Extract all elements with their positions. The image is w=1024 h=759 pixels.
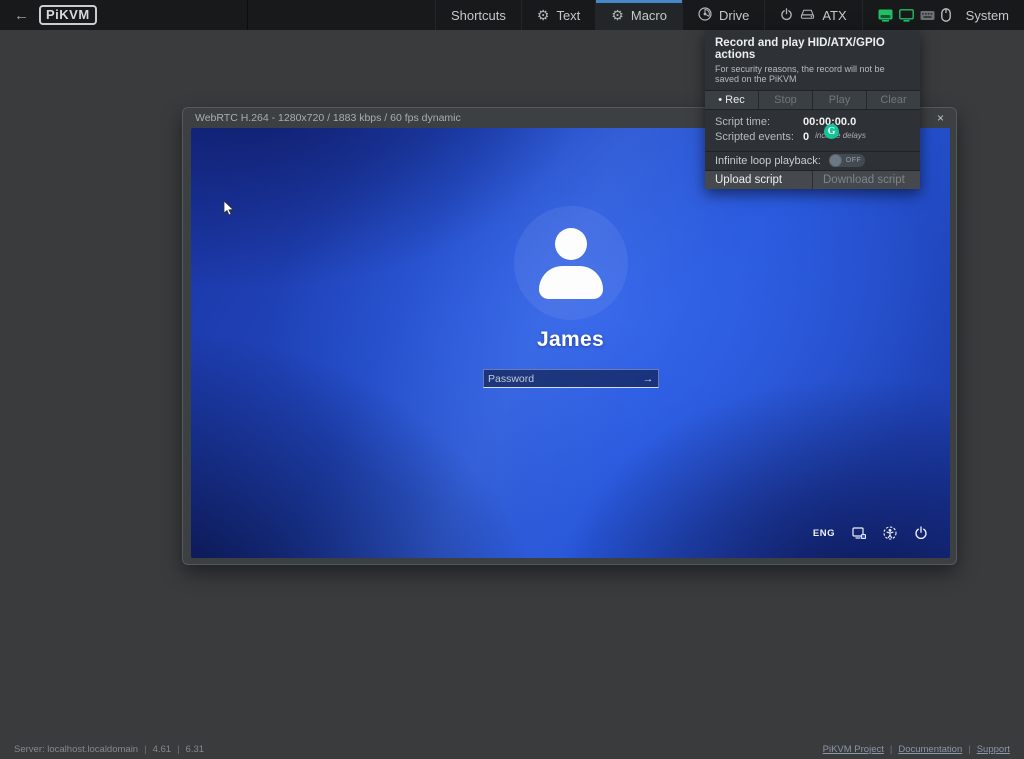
menu-item-label: ATX [822,8,846,23]
menu-item-label: Text [556,8,580,23]
loop-label: Infinite loop playback: [715,155,821,167]
clear-button[interactable]: Clear [867,91,920,109]
password-submit-arrow-icon[interactable]: → [638,370,658,387]
server-info: Server: localhost.localdomain [14,744,138,755]
scripted-events-note: include delays [815,131,866,140]
separator: | [890,744,892,755]
menu-item-atx[interactable]: ATX [764,0,861,30]
status-bar: Server: localhost.localdomain | 4.61 | 6… [0,739,1024,759]
separator: | [177,744,179,755]
link-pikvm-project[interactable]: PiKVM Project [823,744,884,755]
password-input[interactable] [484,373,638,385]
ease-of-access-icon[interactable] [883,526,897,540]
mouse-cursor-icon [223,200,235,222]
status-indicators [878,8,951,22]
loop-toggle[interactable]: OFF [829,154,865,167]
remote-screen-video[interactable]: James → ENG [191,128,950,558]
macro-subtitle: For security reasons, the record will no… [715,64,910,84]
rec-button[interactable]: • Rec [705,91,759,109]
avatar-head-icon [555,228,587,260]
gear-icon: ⚙ [611,8,624,22]
keyboard-status-icon [920,10,935,21]
link-support[interactable]: Support [977,744,1010,755]
stream-window-title: WebRTC H.264 - 1280x720 / 1883 kbps / 60… [195,112,461,124]
user-avatar [514,206,628,320]
menu-item-shortcuts[interactable]: Shortcuts [435,0,521,30]
drive-fan-icon [698,7,712,23]
network-icon[interactable] [852,527,866,540]
back-arrow-icon[interactable]: ← [14,7,29,24]
toggle-state: OFF [846,157,862,164]
stream-status-icon [878,9,893,22]
stop-button[interactable]: Stop [759,91,813,109]
mouse-status-icon [941,8,951,22]
menu-item-drive[interactable]: Drive [682,0,764,30]
upload-script-button[interactable]: Upload script [705,171,812,189]
separator: | [968,744,970,755]
scripted-events-value: 0 [803,131,809,143]
menu-item-label: Drive [719,8,749,23]
login-tray: ENG [813,526,928,540]
power-icon [780,8,793,23]
macro-title: Record and play HID/ATX/GPIO actions [715,37,910,61]
menu-item-text[interactable]: ⚙ Text [521,0,595,30]
grammarly-icon[interactable]: G [824,124,839,139]
macro-footer-row: Upload script Download script [705,170,920,189]
language-indicator[interactable]: ENG [813,528,835,539]
login-username: James [191,328,950,352]
close-icon[interactable]: × [937,112,944,124]
macro-script-info: Script time: 00:00:00.0 Scripted events:… [705,110,920,151]
status-value-1: 4.61 [153,744,172,755]
power-icon[interactable] [914,526,928,540]
loop-playback-row: Infinite loop playback: OFF [705,151,920,170]
status-value-2: 6.31 [186,744,205,755]
menu-item-label: System [966,8,1009,23]
toggle-knob-icon [829,154,842,167]
menu-item-system[interactable]: System [862,0,1024,30]
server-box-icon [800,8,815,22]
menu-item-macro[interactable]: ⚙ Macro [595,0,682,30]
separator: | [144,744,146,755]
pikvm-logo: PiKVM [39,5,97,25]
avatar-torso-icon [539,266,603,299]
menu-item-label: Shortcuts [451,8,506,23]
play-button[interactable]: Play [813,91,867,109]
brand-area: ← PiKVM [0,0,248,30]
footer-links: PiKVM Project | Documentation | Support [823,744,1010,755]
macro-dropdown-panel: Record and play HID/ATX/GPIO actions For… [705,30,920,189]
password-field-container: → [483,369,659,388]
menu-item-label: Macro [631,8,667,23]
macro-dropdown-header: Record and play HID/ATX/GPIO actions For… [705,30,920,90]
script-time-label: Script time: [715,116,803,128]
macro-button-row: • Rec Stop Play Clear [705,90,920,110]
display-status-icon [899,9,914,22]
top-navigation-bar: ← PiKVM Shortcuts ⚙ Text ⚙ Macro Drive [0,0,1024,30]
download-script-button[interactable]: Download script [812,171,920,189]
scripted-events-label: Scripted events: [715,131,803,143]
main-menu: Shortcuts ⚙ Text ⚙ Macro Drive ATX [435,0,1024,30]
link-documentation[interactable]: Documentation [898,744,962,755]
gear-icon: ⚙ [537,8,550,22]
